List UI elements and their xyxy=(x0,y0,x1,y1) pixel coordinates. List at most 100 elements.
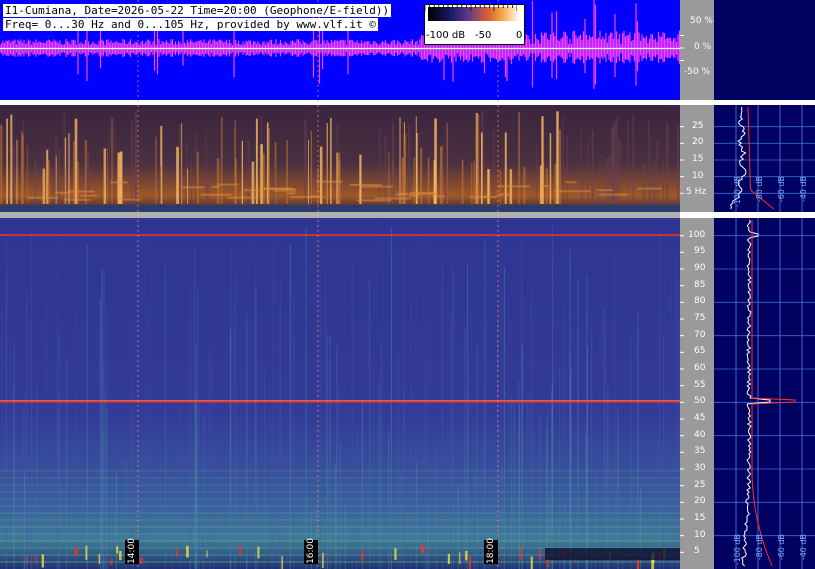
low-spectrogram-streak xyxy=(109,124,111,204)
high-spectrogram-streak xyxy=(604,307,606,569)
high-spectrogram-streak xyxy=(143,436,145,569)
low-spectrogram-band xyxy=(316,180,343,183)
color-scale-ticks xyxy=(425,5,517,11)
high-spectrogram-streak xyxy=(613,252,615,569)
low-spectrogram-band xyxy=(480,196,497,198)
high-spectrogram-streak xyxy=(74,279,76,569)
low-spectrogram-streak xyxy=(558,129,562,204)
low-spectrogram-streak xyxy=(220,116,223,204)
low-spectrogram-streak xyxy=(391,122,395,204)
low-spectrogram-streak xyxy=(77,161,79,204)
high-spectrogram-dark-band xyxy=(545,548,680,560)
low-spectrogram-band xyxy=(264,187,285,190)
low-frequency-label: 5 Hz xyxy=(686,187,707,198)
low-spectrogram-streak xyxy=(591,129,594,204)
high-spectrogram-streak xyxy=(180,405,182,569)
low-spectrogram-band xyxy=(54,191,71,194)
low-spectrogram-streak xyxy=(535,143,538,204)
low-spectrogram-streak xyxy=(481,132,483,204)
low-spectrogram-streak xyxy=(134,159,137,204)
high-spectrogram-streak xyxy=(105,408,107,569)
low-frequency-label: 20 xyxy=(692,137,704,148)
low-spectrogram-streak xyxy=(260,144,263,204)
high-spectrogram-harmonic xyxy=(0,540,680,542)
high-spectrogram-streak xyxy=(559,367,561,569)
low-spectrogram-streak xyxy=(566,135,568,204)
low-spectrogram-streak xyxy=(268,128,270,204)
low-spectrogram-streak xyxy=(308,139,309,204)
high-spectrogram-streak xyxy=(476,344,478,569)
frequency-info-line: Freq= 0...30 Hz and 0...105 Hz, provided… xyxy=(3,18,378,31)
spectrum-db-label: -40 dB xyxy=(799,534,808,561)
high-frequency-label: 60 xyxy=(694,363,706,373)
high-spectrogram-streak xyxy=(570,368,572,569)
high-spectrogram-burst xyxy=(394,548,397,560)
low-spectrogram-streak xyxy=(556,111,559,204)
high-spectrogram-streak xyxy=(563,303,565,569)
high-spectrogram-harmonic xyxy=(0,477,680,479)
low-spectrogram-streak xyxy=(12,148,15,204)
low-frequency-label: 15 xyxy=(692,154,704,164)
low-spectrogram-streak xyxy=(632,114,634,204)
low-spectrogram-band xyxy=(217,183,239,186)
low-spectrogram-band xyxy=(309,195,319,198)
time-label: 16:00 xyxy=(304,538,318,564)
high-spectrogram-streak xyxy=(446,468,448,569)
high-spectrogram-streak xyxy=(255,301,256,569)
high-spectrogram-streak xyxy=(675,252,677,569)
low-spectrogram-band xyxy=(359,185,393,188)
low-spectrogram-band xyxy=(497,193,512,196)
high-spectrogram-streak xyxy=(22,403,24,569)
high-spectrogram-harmonic xyxy=(0,491,680,493)
low-spectrogram-band xyxy=(565,181,577,184)
low-spectrogram-streak xyxy=(587,142,589,204)
high-spectrogram-streak xyxy=(425,358,427,569)
high-frequency-label: 100 xyxy=(688,229,706,240)
high-frequency-label: 20 xyxy=(694,496,706,507)
low-spectrogram-streak xyxy=(378,129,381,204)
low-spectrogram-streak xyxy=(336,152,338,204)
high-frequency-label: 30 xyxy=(694,463,706,473)
low-spectrogram-band xyxy=(597,189,614,192)
low-spectrogram-streak xyxy=(58,149,61,204)
low-spectrogram-streak xyxy=(648,120,650,204)
high-spectrogram-streak xyxy=(464,327,466,569)
high-spectrogram-burst xyxy=(41,554,44,568)
low-spectrogram-streak xyxy=(84,139,87,204)
high-spectrogram-streak xyxy=(397,352,399,569)
high-frequency-label: 65 xyxy=(694,346,706,357)
high-spectrogram-streak xyxy=(569,348,571,569)
low-spectrogram-streak xyxy=(119,151,123,204)
spectrum-db-label: -80 dB xyxy=(755,176,764,203)
high-spectrogram-streak xyxy=(336,345,338,569)
high-spectrogram-streak xyxy=(344,505,346,569)
high-spectrogram-streak xyxy=(233,304,235,569)
high-spectrogram-harmonic xyxy=(0,519,680,521)
low-spectrogram-band xyxy=(289,196,325,199)
low-spectrogram-streak xyxy=(554,163,557,204)
low-spectrogram-streak xyxy=(16,139,18,204)
high-spectrogram-streak xyxy=(435,449,437,569)
high-spectrogram-streak xyxy=(617,409,619,569)
high-spectrogram-harmonic xyxy=(0,561,680,563)
high-spectrogram-burst xyxy=(465,550,468,561)
high-spectrogram-streak xyxy=(164,261,166,569)
high-spectrogram-streak xyxy=(432,508,434,569)
high-spectrogram-streak xyxy=(305,227,307,569)
low-spectrogram-streak xyxy=(399,117,401,204)
high-spectrogram-streak xyxy=(586,346,588,569)
high-spectrogram-streak xyxy=(66,358,68,569)
high-spectrogram-burst xyxy=(26,556,28,564)
low-spectrogram-streak xyxy=(117,152,120,204)
high-spectrogram-streak xyxy=(103,362,105,569)
low-spectrogram-streak xyxy=(159,165,162,204)
high-spectrogram-burst xyxy=(116,546,119,554)
low-spectrogram-streak xyxy=(22,134,24,204)
low-spectrogram-streak xyxy=(677,125,679,204)
low-spectrogram-streak xyxy=(427,157,430,204)
low-spectrogram-streak xyxy=(196,151,199,204)
high-spectrogram-streak xyxy=(677,280,679,569)
low-spectrogram-streak xyxy=(604,158,607,204)
high-spectrogram-streak xyxy=(467,264,468,569)
high-spectrogram-harmonic xyxy=(0,470,680,472)
